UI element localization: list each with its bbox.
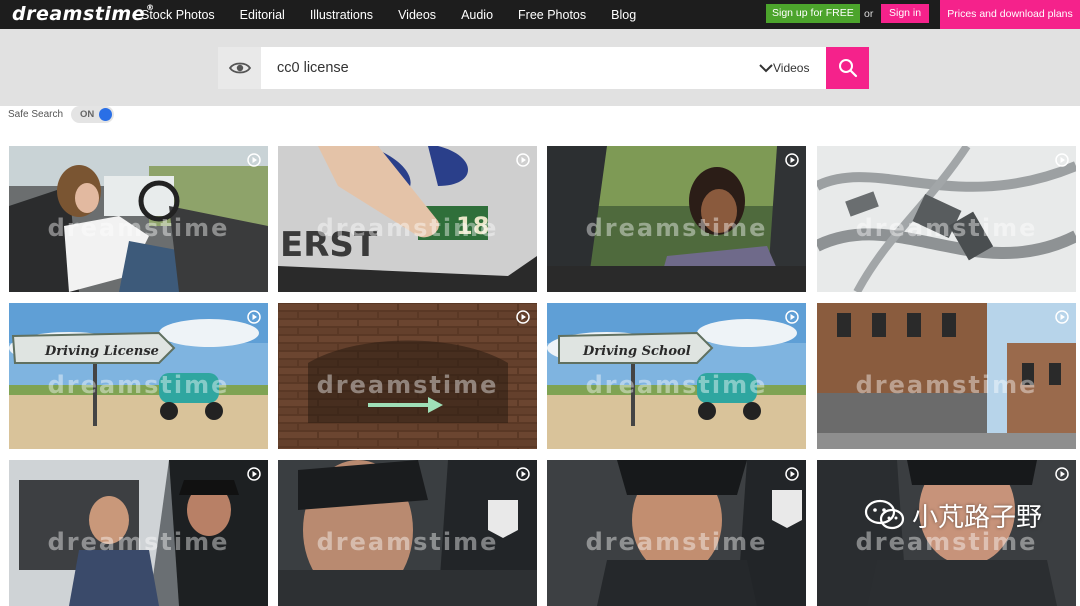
safe-search-toggle[interactable]: ON [71, 106, 114, 123]
nav-stock-photos[interactable]: Stock Photos [141, 8, 215, 22]
watermark: dreamstime [855, 371, 1038, 399]
play-icon [1055, 467, 1069, 481]
logo-text: dreamstime [12, 3, 146, 25]
safe-search-label: Safe Search [8, 109, 64, 120]
signin-button[interactable]: Sign in [881, 4, 930, 23]
search-box: Videos [218, 47, 826, 89]
search-input[interactable] [277, 47, 747, 89]
prices-button[interactable]: Prices and download plans [940, 0, 1080, 29]
search-icon [838, 59, 857, 78]
play-icon [247, 467, 261, 481]
play-icon [516, 310, 530, 324]
search-button[interactable] [826, 47, 869, 89]
toggle-state: ON [80, 109, 95, 120]
play-icon [785, 153, 799, 167]
dreamstime-logo[interactable]: dreamstime® [12, 3, 155, 25]
toggle-knob [99, 108, 112, 121]
chevron-down-icon [759, 64, 773, 73]
result-tile-brick-building[interactable]: dreamstime [817, 303, 1076, 449]
play-icon [785, 310, 799, 324]
search-band: Videos [0, 29, 1080, 106]
watermark: dreamstime [316, 528, 499, 556]
nav-free-photos[interactable]: Free Photos [518, 8, 586, 22]
play-icon [516, 467, 530, 481]
result-tile-woman-in-car[interactable]: dreamstime [547, 146, 806, 292]
watermark: dreamstime [316, 371, 499, 399]
result-tile-snow-parking[interactable]: dreamstime [817, 146, 1076, 292]
play-icon [1055, 153, 1069, 167]
sign-text: Driving License [44, 344, 159, 359]
nav-blog[interactable]: Blog [611, 8, 636, 22]
preview-toggle[interactable] [218, 47, 261, 89]
media-type-select[interactable]: Videos [759, 47, 809, 89]
play-icon [785, 467, 799, 481]
watermark: dreamstime [585, 528, 768, 556]
watermark: dreamstime [585, 214, 768, 242]
watermark: dreamstime [47, 371, 230, 399]
watermark: dreamstime [585, 371, 768, 399]
watermark: dreamstime [47, 528, 230, 556]
play-icon [247, 310, 261, 324]
sign-text: Driving School [582, 344, 691, 359]
wechat-icon [864, 499, 905, 530]
result-tile-brick-arrow[interactable]: dreamstime [278, 303, 537, 449]
play-icon [1055, 310, 1069, 324]
play-icon [516, 153, 530, 167]
watermark: dreamstime [316, 214, 499, 242]
watermark: dreamstime [855, 214, 1038, 242]
main-nav: Stock Photos Editorial Illustrations Vid… [141, 0, 661, 29]
result-tile-license-plate[interactable]: ERST 18 dreamstime [278, 146, 537, 292]
wechat-account-overlay: 小芃路子野 [864, 498, 1043, 533]
media-type-label: Videos [773, 61, 810, 75]
top-navigation-bar: dreamstime® Stock Photos Editorial Illus… [0, 0, 1080, 29]
eye-icon [228, 62, 251, 74]
watermark: dreamstime [47, 214, 230, 242]
result-tile-woman-driving[interactable]: dreamstime [9, 146, 268, 292]
result-tile-driving-school[interactable]: Driving School dreamstime [547, 303, 806, 449]
play-icon [247, 153, 261, 167]
result-tile-police-driver[interactable]: dreamstime [9, 460, 268, 606]
signup-button[interactable]: Sign up for FREE [766, 4, 860, 23]
result-tile-police-closeup[interactable]: dreamstime [278, 460, 537, 606]
nav-videos[interactable]: Videos [398, 8, 436, 22]
result-tile-police-closeup[interactable]: dreamstime [547, 460, 806, 606]
nav-audio[interactable]: Audio [461, 8, 493, 22]
nav-editorial[interactable]: Editorial [240, 8, 285, 22]
nav-illustrations[interactable]: Illustrations [310, 8, 373, 22]
wechat-account-name: 小芃路子野 [912, 502, 1043, 533]
result-tile-driving-license[interactable]: Driving License dreamstime [9, 303, 268, 449]
or-separator: or [864, 8, 874, 20]
